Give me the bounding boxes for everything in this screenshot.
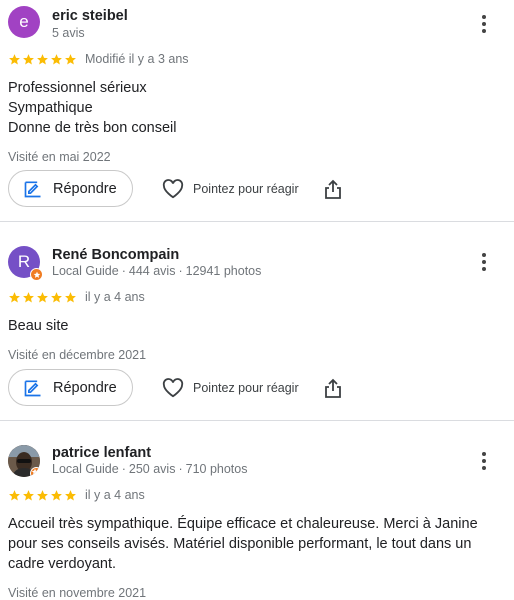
visit-date: Visité en décembre 2021 bbox=[8, 348, 147, 362]
heart-icon bbox=[162, 378, 184, 398]
local-guide-badge-icon bbox=[30, 467, 40, 477]
more-options-button[interactable] bbox=[477, 450, 491, 472]
review-card: e eric steibel 5 avis Modifié il y a 3 a… bbox=[0, 0, 514, 221]
star-icon bbox=[23, 291, 34, 302]
share-icon[interactable] bbox=[324, 378, 342, 398]
review-date: il y a 4 ans bbox=[85, 488, 145, 502]
reply-icon bbox=[24, 181, 41, 197]
reply-label: Répondre bbox=[53, 379, 117, 396]
reviewer-meta: 5 avis bbox=[52, 26, 85, 40]
star-rating bbox=[8, 489, 77, 502]
review-text-line: Sympathique bbox=[8, 100, 93, 116]
reply-button[interactable]: Répondre bbox=[8, 170, 133, 207]
react-button[interactable]: Pointez pour réagir bbox=[162, 378, 299, 398]
star-rating bbox=[8, 53, 77, 66]
star-icon bbox=[65, 489, 76, 500]
reply-label: Répondre bbox=[53, 180, 117, 197]
avatar[interactable]: e bbox=[8, 6, 40, 38]
star-icon bbox=[65, 291, 76, 302]
reviewer-meta: Local Guide · 444 avis · 12941 photos bbox=[52, 264, 262, 278]
reviewer-name[interactable]: eric steibel bbox=[52, 8, 128, 24]
review-count: 250 avis bbox=[128, 462, 176, 476]
local-guide-label: Local Guide bbox=[52, 462, 119, 476]
more-vert-icon bbox=[482, 253, 486, 257]
review-text: Beau site bbox=[8, 316, 504, 336]
star-icon bbox=[23, 489, 34, 500]
review-text-line: Professionnel sérieux bbox=[8, 80, 147, 96]
avatar[interactable] bbox=[8, 445, 40, 477]
star-icon bbox=[51, 489, 62, 500]
rating-row: il y a 4 ans bbox=[8, 290, 145, 304]
reply-button[interactable]: Répondre bbox=[8, 369, 133, 406]
react-label: Pointez pour réagir bbox=[193, 381, 299, 395]
review-card: R René Boncompain Local Guide · 444 avis · 1… bbox=[0, 221, 514, 420]
star-icon bbox=[51, 53, 62, 64]
star-icon bbox=[37, 489, 48, 500]
avatar[interactable]: R bbox=[8, 246, 43, 281]
reviewer-meta: Local Guide · 250 avis · 710 photos bbox=[52, 462, 248, 476]
star-rating bbox=[8, 291, 77, 304]
star-icon bbox=[9, 53, 20, 64]
photo-count: 710 photos bbox=[185, 462, 248, 476]
review-card: patrice lenfant Local Guide · 250 avis · 710… bbox=[0, 420, 514, 600]
more-options-button[interactable] bbox=[477, 13, 491, 35]
star-icon bbox=[65, 53, 76, 64]
share-icon[interactable] bbox=[324, 179, 342, 199]
rating-row: Modifié il y a 3 ans bbox=[8, 52, 189, 66]
visit-date: Visité en mai 2022 bbox=[8, 150, 111, 164]
react-button[interactable]: Pointez pour réagir bbox=[162, 179, 299, 199]
local-guide-badge-icon bbox=[30, 268, 43, 281]
heart-icon bbox=[162, 179, 184, 199]
review-date: il y a 4 ans bbox=[85, 290, 145, 304]
review-text: Professionnel sérieux Sympathique Donne … bbox=[8, 78, 504, 138]
local-guide-label: Local Guide bbox=[52, 264, 119, 278]
more-options-button[interactable] bbox=[477, 251, 491, 273]
react-label: Pointez pour réagir bbox=[193, 182, 299, 196]
star-icon bbox=[9, 489, 20, 500]
review-text-line: Donne de très bon conseil bbox=[8, 120, 177, 136]
avatar-letter: e bbox=[19, 12, 29, 31]
review-text-line: Beau site bbox=[8, 318, 69, 334]
photo-count: 12941 photos bbox=[185, 264, 262, 278]
more-vert-icon bbox=[482, 15, 486, 19]
review-count: 444 avis bbox=[128, 264, 176, 278]
star-icon bbox=[37, 53, 48, 64]
visit-date: Visité en novembre 2021 bbox=[8, 586, 147, 600]
review-date: Modifié il y a 3 ans bbox=[85, 52, 189, 66]
review-text: Accueil très sympathique. Équipe efficac… bbox=[8, 514, 504, 574]
star-icon bbox=[9, 291, 20, 302]
review-text-line: Accueil très sympathique. Équipe efficac… bbox=[8, 516, 478, 572]
star-icon bbox=[23, 53, 34, 64]
reviewer-name[interactable]: René Boncompain bbox=[52, 247, 179, 263]
avatar-letter: R bbox=[17, 252, 31, 271]
reviewer-name[interactable]: patrice lenfant bbox=[52, 445, 151, 461]
rating-row: il y a 4 ans bbox=[8, 488, 145, 502]
more-vert-icon bbox=[482, 452, 486, 456]
star-icon bbox=[37, 291, 48, 302]
star-icon bbox=[51, 291, 62, 302]
reply-icon bbox=[24, 380, 41, 396]
